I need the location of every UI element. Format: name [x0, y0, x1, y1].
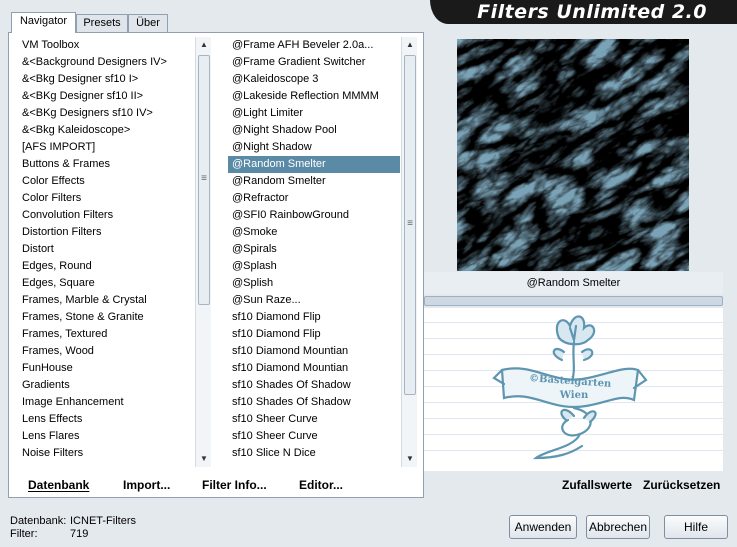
filter-count-value: 719 — [70, 528, 89, 540]
reset-label: Zurücksetzen — [643, 478, 721, 492]
tab-ueber[interactable]: Über — [128, 14, 168, 32]
editor-button[interactable]: Editor... — [299, 478, 343, 492]
editor-label: Editor... — [299, 478, 344, 492]
category-list[interactable]: VM Toolbox &<Background Designers IV> &<Bk… — [18, 37, 194, 467]
help-button[interactable]: Hilfe — [664, 515, 728, 539]
category-item[interactable]: Lens Effects — [18, 411, 194, 428]
category-item[interactable]: Gradients — [18, 377, 194, 394]
filter-item[interactable]: @Spirals — [228, 241, 400, 258]
category-scrollbar[interactable]: ▲ ▼ — [195, 37, 211, 467]
filter-count-label: Filter: — [10, 528, 38, 540]
filter-item[interactable]: @Random Smelter — [228, 156, 400, 173]
filter-item[interactable]: sf10 Shades Of Shadow — [228, 394, 400, 411]
category-item[interactable]: [AFS IMPORT] — [18, 139, 194, 156]
datenbank-label: Datenbank — [28, 478, 90, 492]
filter-item[interactable]: sf10 Diamond Flip — [228, 309, 400, 326]
effect-name-label: @Random Smelter — [424, 272, 723, 294]
filter-item[interactable]: @Smoke — [228, 224, 400, 241]
tab-presets[interactable]: Presets — [76, 14, 128, 32]
category-item[interactable]: Color Filters — [18, 190, 194, 207]
category-item[interactable]: FunHouse — [18, 360, 194, 377]
filter-item[interactable]: sf10 Sheer Curve — [228, 428, 400, 445]
filter-item[interactable]: @Kaleidoscope 3 — [228, 71, 400, 88]
scroll-thumb[interactable] — [198, 55, 210, 305]
filter-item[interactable]: sf10 Diamond Mountian — [228, 360, 400, 377]
random-values-label: Zufallswerte — [562, 478, 633, 492]
cancel-button[interactable]: Abbrechen — [586, 515, 650, 539]
category-item[interactable]: Frames, Stone & Granite — [18, 309, 194, 326]
category-item[interactable]: Distort — [18, 241, 194, 258]
category-item[interactable]: &<BKg Designers sf10 IV> — [18, 105, 194, 122]
import-button[interactable]: Import... — [123, 478, 170, 492]
category-item[interactable]: Noise Filters — [18, 445, 194, 462]
reset-button[interactable]: Zurücksetzen — [643, 478, 720, 492]
filter-item[interactable]: @Lakeside Reflection MMMM — [228, 88, 400, 105]
category-item[interactable]: &<Background Designers IV> — [18, 54, 194, 71]
category-item[interactable]: Frames, Wood — [18, 343, 194, 360]
filter-item[interactable]: @Frame AFH Beveler 2.0a... — [228, 37, 400, 54]
filter-item[interactable]: sf10 Diamond Mountian — [228, 343, 400, 360]
preview-image — [457, 39, 689, 271]
watermark-logo: ©Bastelgarten Wien — [492, 315, 648, 460]
filter-info-button[interactable]: Filter Info... — [202, 478, 267, 492]
filter-item[interactable]: @Refractor — [228, 190, 400, 207]
title-banner: Filters Unlimited 2.0 — [430, 0, 737, 24]
category-item[interactable]: Convolution Filters — [18, 207, 194, 224]
filter-scrollbar[interactable]: ▲ ▼ — [401, 37, 417, 467]
filter-item[interactable]: @Light Limiter — [228, 105, 400, 122]
filter-item[interactable]: @Splash — [228, 258, 400, 275]
filter-item[interactable]: @SFI0 RainbowGround — [228, 207, 400, 224]
category-item[interactable]: Edges, Square — [18, 275, 194, 292]
watermark-text-2: Wien — [559, 390, 589, 401]
filter-item[interactable]: sf10 Diamond Flip — [228, 326, 400, 343]
filter-item[interactable]: @Night Shadow Pool — [228, 122, 400, 139]
category-item[interactable]: Frames, Textured — [18, 326, 194, 343]
datenbank-button[interactable]: Datenbank — [28, 478, 89, 492]
app-title: Filters Unlimited 2.0 — [477, 1, 707, 23]
scroll-down-arrow-icon[interactable]: ▼ — [196, 451, 212, 467]
scroll-thumb[interactable] — [404, 55, 416, 395]
category-item[interactable]: &<Bkg Kaleidoscope> — [18, 122, 194, 139]
filter-item[interactable]: @Night Shadow — [228, 139, 400, 156]
category-item[interactable]: Frames, Marble & Crystal — [18, 292, 194, 309]
scroll-up-arrow-icon[interactable]: ▲ — [402, 37, 418, 53]
filter-item[interactable]: sf10 Sheer Curve — [228, 411, 400, 428]
filter-item[interactable]: @Frame Gradient Switcher — [228, 54, 400, 71]
filter-item[interactable]: sf10 Slice N Dice — [228, 445, 400, 462]
category-item[interactable]: Buttons & Frames — [18, 156, 194, 173]
filter-item[interactable]: @Splish — [228, 275, 400, 292]
scroll-down-arrow-icon[interactable]: ▼ — [402, 451, 418, 467]
category-item[interactable]: Distortion Filters — [18, 224, 194, 241]
category-item[interactable]: &<Bkg Designer sf10 I> — [18, 71, 194, 88]
filter-list[interactable]: @Frame AFH Beveler 2.0a... @Frame Gradien… — [228, 37, 400, 467]
category-item[interactable]: Lens Flares — [18, 428, 194, 445]
random-values-button[interactable]: Zufallswerte — [562, 478, 632, 492]
tab-navigator[interactable]: Navigator — [11, 12, 76, 33]
import-label: Import... — [123, 478, 171, 492]
category-item[interactable]: &<BKg Designer sf10 II> — [18, 88, 194, 105]
database-label: Datenbank: — [10, 515, 67, 527]
apply-button[interactable]: Anwenden — [509, 515, 577, 539]
category-item[interactable]: Color Effects — [18, 173, 194, 190]
category-item[interactable]: Image Enhancement — [18, 394, 194, 411]
filter-item[interactable]: @Random Smelter — [228, 173, 400, 190]
marble-texture — [457, 39, 689, 271]
filter-info-label: Filter Info... — [202, 478, 267, 492]
filter-item[interactable]: @Sun Raze... — [228, 292, 400, 309]
filter-item[interactable]: sf10 Shades Of Shadow — [228, 377, 400, 394]
category-item[interactable]: Edges, Round — [18, 258, 194, 275]
scroll-up-arrow-icon[interactable]: ▲ — [196, 37, 212, 53]
parameter-slider[interactable] — [424, 296, 723, 306]
category-item[interactable]: VM Toolbox — [18, 37, 194, 54]
database-value: ICNET-Filters — [70, 515, 136, 527]
parameter-area: ©Bastelgarten Wien — [424, 308, 723, 471]
